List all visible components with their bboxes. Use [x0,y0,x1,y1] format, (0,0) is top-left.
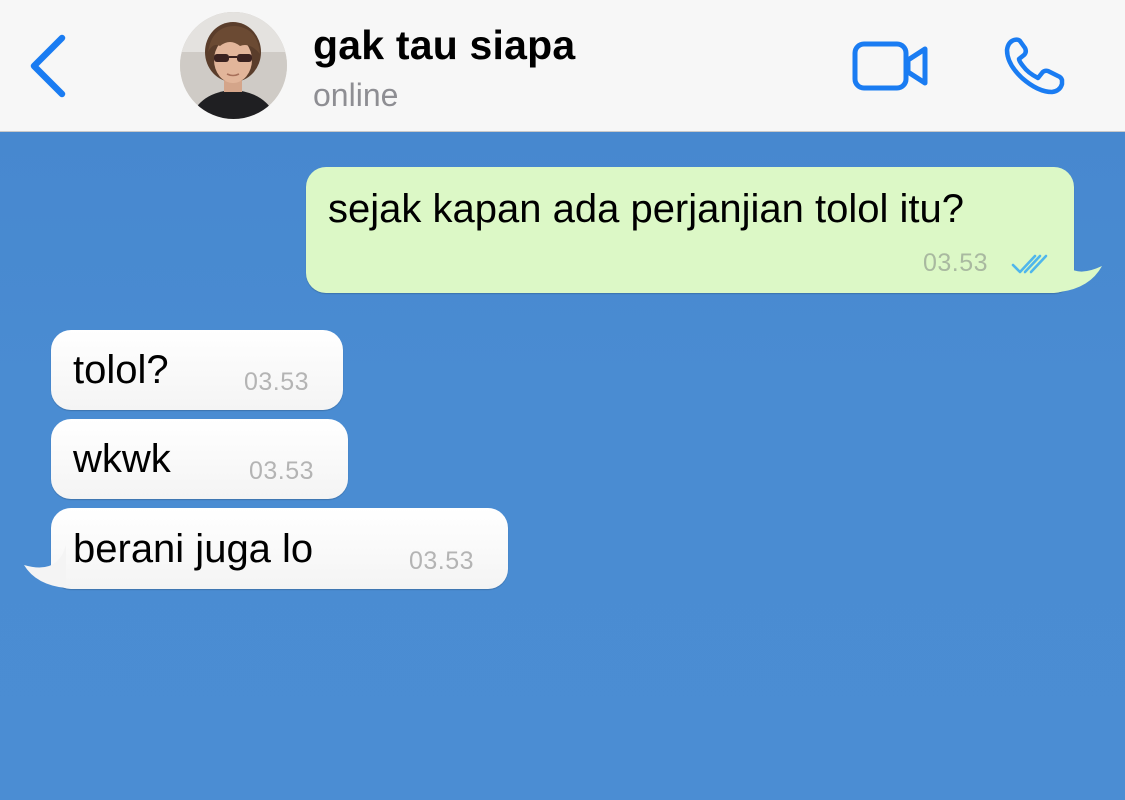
double-check-icon [1011,254,1048,274]
bubble-tail-incoming [24,545,66,588]
message-text: berani juga lo [73,527,314,571]
back-button[interactable] [18,28,78,104]
contact-photo [180,12,287,119]
message-bubble-incoming[interactable]: tolol? 03.53 [51,330,343,410]
message-time: 03.53 [409,547,475,575]
message-time: 03.53 [249,457,315,485]
bubble-tail-outgoing [1060,252,1102,292]
avatar[interactable] [180,12,287,119]
chat-header: gak tau siapa online [0,0,1125,132]
phone-icon [1004,37,1065,95]
video-call-button[interactable] [850,38,930,94]
chat-area[interactable]: sejak kapan ada perjanjian tolol itu? 03… [0,132,1125,800]
message-time: 03.53 [923,249,989,277]
message-text: tolol? [73,348,169,392]
message-time: 03.53 [244,368,310,396]
message-bubble-incoming[interactable]: berani juga lo 03.53 [51,508,508,589]
message-bubble-outgoing[interactable]: sejak kapan ada perjanjian tolol itu? 03… [306,167,1074,293]
message-text: wkwk [73,437,171,481]
chevron-left-icon [30,34,66,98]
voice-call-button[interactable] [1000,34,1068,98]
message-bubble-incoming[interactable]: wkwk 03.53 [51,419,348,499]
contact-status: online [313,77,399,113]
message-text: sejak kapan ada perjanjian tolol itu? [328,187,964,231]
video-camera-icon [852,41,928,91]
contact-name[interactable]: gak tau siapa [313,22,575,69]
